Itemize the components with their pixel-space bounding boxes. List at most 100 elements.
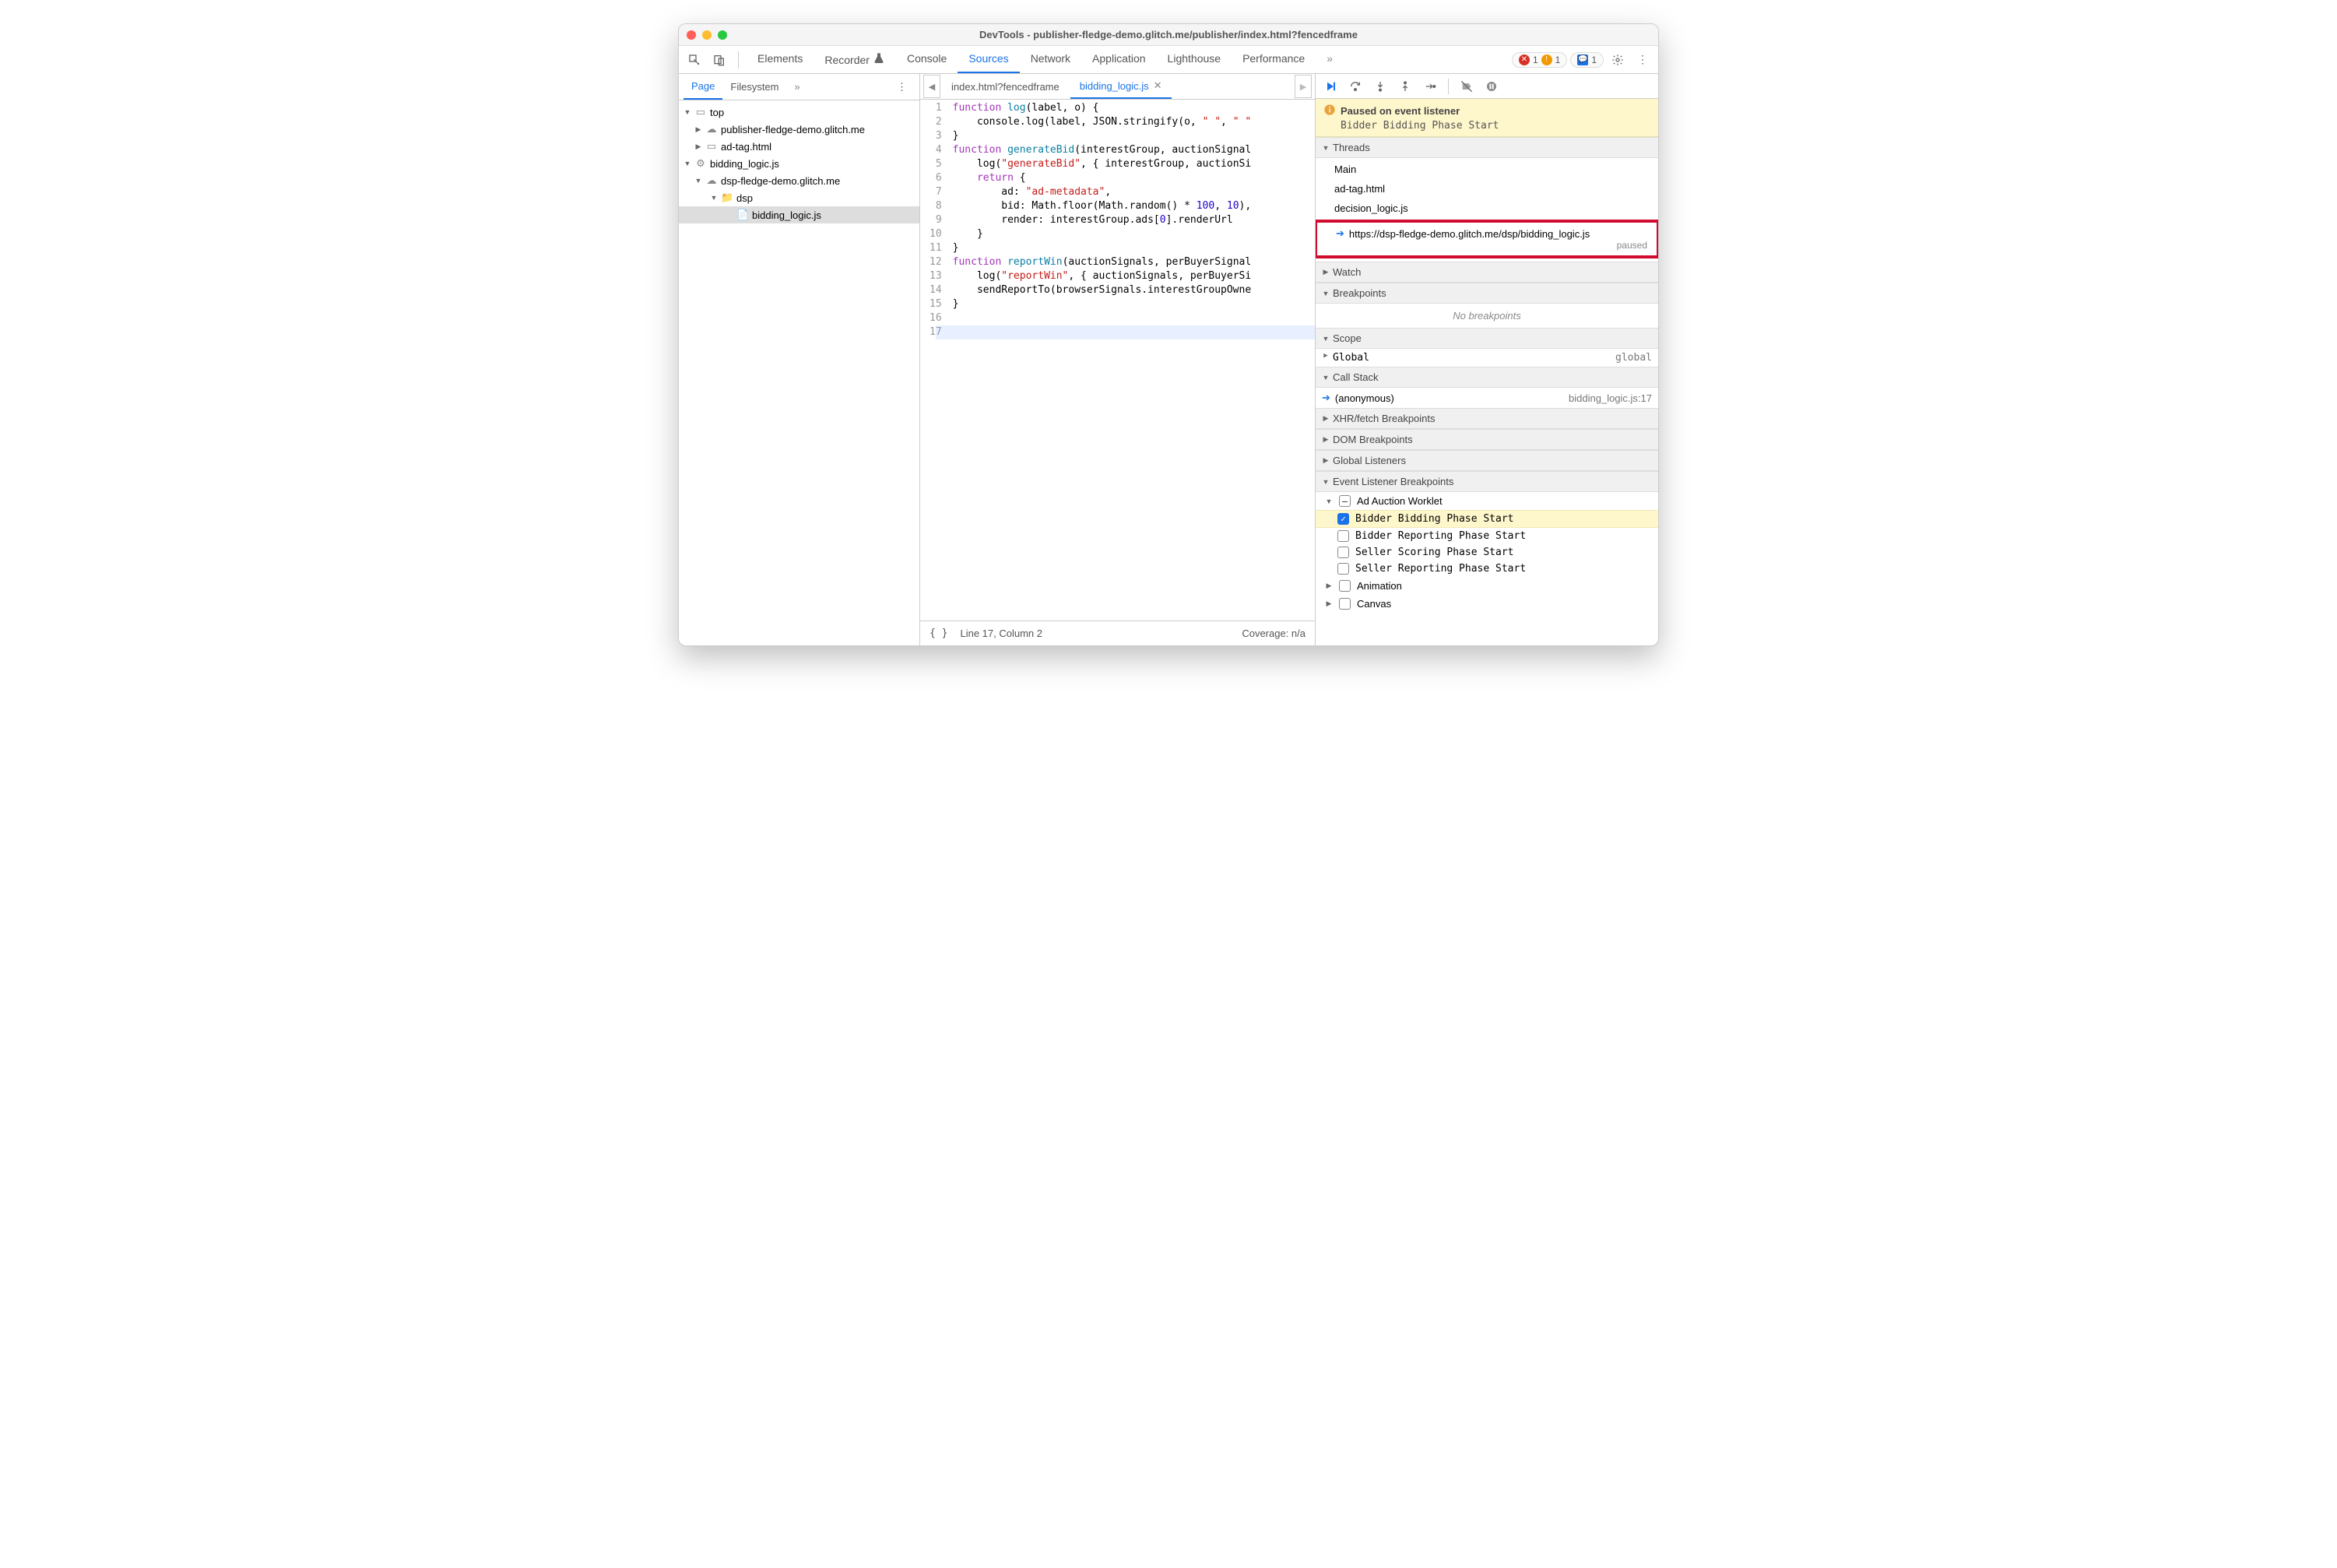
tree-dsp-origin-label: dsp-fledge-demo.glitch.me xyxy=(721,175,840,187)
gear-icon: ⚙ xyxy=(694,157,707,170)
navigator-more-icon[interactable]: » xyxy=(787,75,808,99)
main-tabs: Elements Recorder Console Sources Networ… xyxy=(747,46,1344,73)
tree-top-label: top xyxy=(710,107,724,118)
current-thread-url[interactable]: https://dsp-fledge-demo.glitch.me/dsp/bi… xyxy=(1349,228,1590,240)
scope-global[interactable]: ▶ Global global xyxy=(1316,349,1658,367)
tree-origin-publisher[interactable]: ▶☁ publisher-fledge-demo.glitch.me xyxy=(679,121,919,138)
tree-publisher-label: publisher-fledge-demo.glitch.me xyxy=(721,124,865,135)
tab-performance[interactable]: Performance xyxy=(1232,46,1316,73)
global-listeners-header[interactable]: ▶Global Listeners xyxy=(1316,450,1658,471)
code-editor[interactable]: 1234567891011121314151617 function log(l… xyxy=(920,100,1315,621)
nav-fwd-icon[interactable]: ▶ xyxy=(1295,75,1312,98)
elb-item[interactable]: Seller Reporting Phase Start xyxy=(1316,561,1658,577)
thread-decision[interactable]: decision_logic.js xyxy=(1316,199,1658,218)
step-over-icon[interactable] xyxy=(1345,76,1365,97)
tree-dsp-folder-label: dsp xyxy=(736,192,753,204)
pretty-print-icon[interactable]: { } xyxy=(930,628,947,639)
callstack-header[interactable]: ▼Call Stack xyxy=(1316,367,1658,388)
frame-icon: ▭ xyxy=(705,140,718,153)
tab-application[interactable]: Application xyxy=(1081,46,1157,73)
more-tabs-icon[interactable]: » xyxy=(1316,46,1344,73)
message-icon: 💬 xyxy=(1577,54,1588,65)
tree-bidding-worklet[interactable]: ▼⚙ bidding_logic.js xyxy=(679,155,919,172)
tree-dsp-origin[interactable]: ▼☁ dsp-fledge-demo.glitch.me xyxy=(679,172,919,189)
close-tab-icon[interactable]: ✕ xyxy=(1154,79,1162,92)
elb-item-label: Bidder Reporting Phase Start xyxy=(1355,530,1526,542)
tree-dsp-folder[interactable]: ▼📁 dsp xyxy=(679,189,919,206)
callstack-frame[interactable]: ➔ (anonymous) bidding_logic.js:17 xyxy=(1316,388,1658,408)
warning-icon: ! xyxy=(1541,54,1552,65)
tree-top[interactable]: ▼▭ top xyxy=(679,104,919,121)
tree-bidding-file-label: bidding_logic.js xyxy=(752,209,821,221)
tab-elements[interactable]: Elements xyxy=(747,46,814,73)
threads-header[interactable]: ▼Threads xyxy=(1316,137,1658,158)
navigator-panel: Page Filesystem » ⋮ ▼▭ top ▶☁ publisher-… xyxy=(679,74,920,645)
event-listener-breakpoints-header[interactable]: ▼Event Listener Breakpoints xyxy=(1316,471,1658,492)
current-frame-arrow-icon: ➔ xyxy=(1322,392,1330,404)
breakpoints-header[interactable]: ▼Breakpoints xyxy=(1316,283,1658,304)
navigator-tabs: Page Filesystem » ⋮ xyxy=(679,74,919,100)
step-out-icon[interactable] xyxy=(1395,76,1415,97)
step-into-icon[interactable] xyxy=(1370,76,1390,97)
scope-header[interactable]: ▼Scope xyxy=(1316,328,1658,349)
elb-item-label: Seller Scoring Phase Start xyxy=(1355,547,1514,558)
checkbox-icon[interactable] xyxy=(1339,598,1351,610)
checkbox-icon[interactable] xyxy=(1337,563,1349,575)
settings-icon[interactable] xyxy=(1607,49,1629,71)
checkbox-icon[interactable] xyxy=(1337,530,1349,542)
file-tab-bidding[interactable]: bidding_logic.js ✕ xyxy=(1070,74,1172,99)
step-icon[interactable] xyxy=(1420,76,1440,97)
inspect-icon[interactable] xyxy=(684,49,705,71)
tab-sources[interactable]: Sources xyxy=(958,46,1019,73)
tab-network[interactable]: Network xyxy=(1020,46,1081,73)
current-thread-status: paused xyxy=(1336,240,1647,251)
checkbox-icon[interactable] xyxy=(1337,547,1349,558)
elb-item[interactable]: Seller Scoring Phase Start xyxy=(1316,544,1658,561)
coverage-status: Coverage: n/a xyxy=(1242,628,1306,639)
current-thread-arrow-icon: ➔ xyxy=(1336,227,1344,240)
more-menu-icon[interactable]: ⋮ xyxy=(1632,49,1653,71)
dom-breakpoints-header[interactable]: ▶DOM Breakpoints xyxy=(1316,429,1658,450)
elb-item[interactable]: Bidder Reporting Phase Start xyxy=(1316,528,1658,544)
code-content: function log(label, o) { console.log(lab… xyxy=(948,100,1315,621)
pause-banner: Paused on event listener Bidder Bidding … xyxy=(1316,99,1658,137)
file-icon: 📄 xyxy=(736,209,749,221)
nav-back-icon[interactable]: ◀ xyxy=(923,75,940,98)
tree-bidding-worklet-label: bidding_logic.js xyxy=(710,158,779,170)
navigator-tab-page[interactable]: Page xyxy=(684,74,722,100)
titlebar: DevTools - publisher-fledge-demo.glitch.… xyxy=(679,24,1658,46)
elb-group-canvas[interactable]: ▶ Canvas xyxy=(1316,595,1658,613)
mixed-checkbox-icon[interactable]: − xyxy=(1339,495,1351,507)
file-tab-index[interactable]: index.html?fencedframe xyxy=(942,76,1069,98)
tab-console[interactable]: Console xyxy=(896,46,958,73)
tree-adtag[interactable]: ▶▭ ad-tag.html xyxy=(679,138,919,155)
watch-header[interactable]: ▶Watch xyxy=(1316,262,1658,283)
thread-adtag[interactable]: ad-tag.html xyxy=(1316,179,1658,199)
pause-exceptions-icon[interactable] xyxy=(1481,76,1502,97)
thread-main[interactable]: Main xyxy=(1316,160,1658,179)
elb-group-animation[interactable]: ▶ Animation xyxy=(1316,577,1658,595)
device-toggle-icon[interactable] xyxy=(708,49,730,71)
checkbox-icon[interactable]: ✓ xyxy=(1337,513,1349,525)
deactivate-breakpoints-icon[interactable] xyxy=(1457,76,1477,97)
errors-badge[interactable]: ✕ 1 ! 1 xyxy=(1512,52,1567,68)
resume-icon[interactable] xyxy=(1320,76,1341,97)
tree-bidding-file[interactable]: ▶📄 bidding_logic.js xyxy=(679,206,919,223)
tab-recorder[interactable]: Recorder xyxy=(814,46,896,73)
xhr-breakpoints-header[interactable]: ▶XHR/fetch Breakpoints xyxy=(1316,408,1658,429)
editor-panel: ◀ index.html?fencedframe bidding_logic.j… xyxy=(920,74,1316,645)
info-icon xyxy=(1323,104,1336,118)
navigator-menu-icon[interactable]: ⋮ xyxy=(889,75,915,100)
message-count: 1 xyxy=(1591,54,1597,65)
elb-group-ad-auction[interactable]: ▼ − Ad Auction Worklet xyxy=(1316,492,1658,510)
debugger-sections: ▼Threads Main ad-tag.html decision_logic… xyxy=(1316,137,1658,645)
folder-icon: 📁 xyxy=(721,192,733,204)
pause-title: Paused on event listener xyxy=(1341,105,1460,117)
navigator-tab-filesystem[interactable]: Filesystem xyxy=(722,75,786,99)
messages-badge[interactable]: 💬 1 xyxy=(1570,52,1604,68)
checkbox-icon[interactable] xyxy=(1339,580,1351,592)
elb-item[interactable]: ✓ Bidder Bidding Phase Start xyxy=(1316,510,1658,528)
file-tab-index-label: index.html?fencedframe xyxy=(951,81,1060,93)
elb-item-label: Bidder Bidding Phase Start xyxy=(1355,513,1514,525)
tab-lighthouse[interactable]: Lighthouse xyxy=(1157,46,1232,73)
